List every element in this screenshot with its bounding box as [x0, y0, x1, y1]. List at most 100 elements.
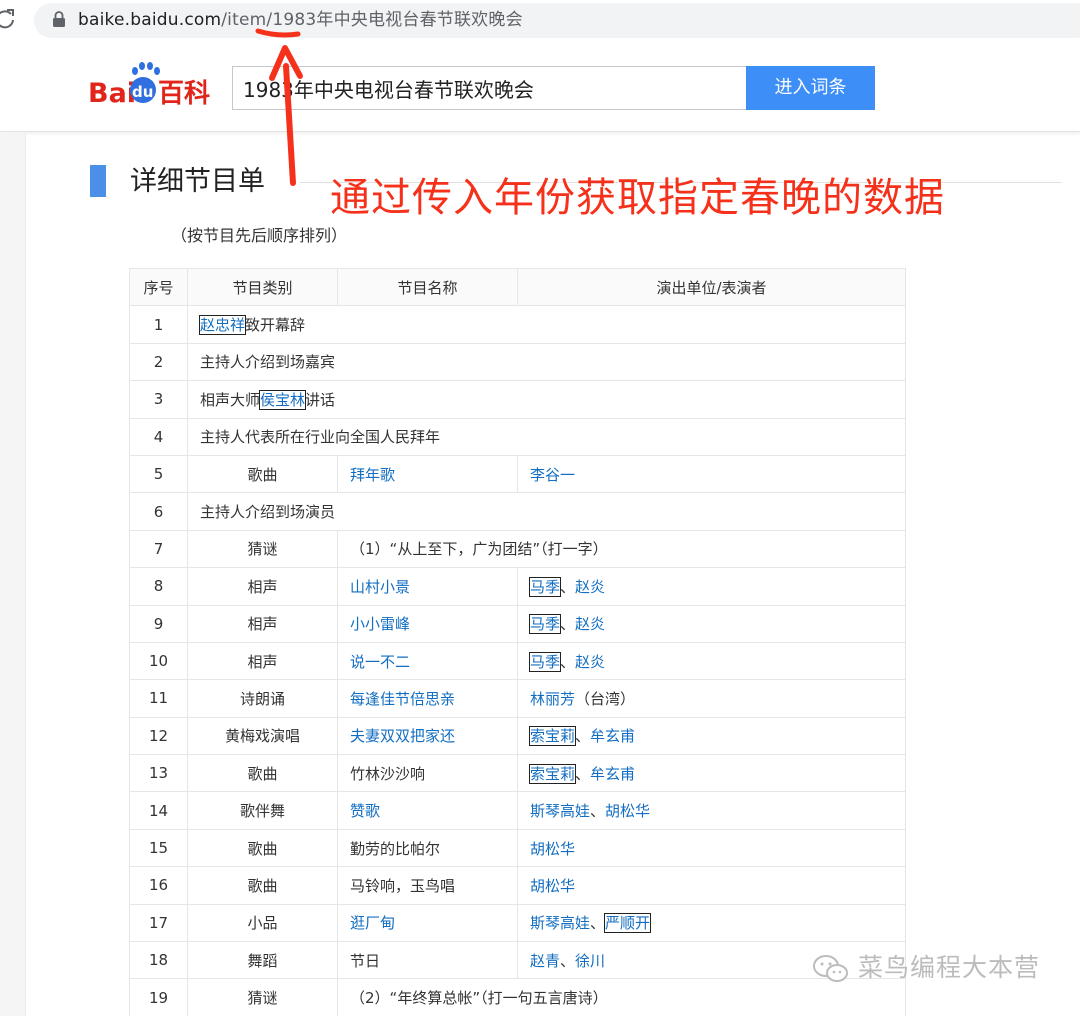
performer: 斯琴高娃、严顺开: [517, 903, 906, 943]
reload-icon[interactable]: [0, 8, 16, 30]
performer-text: 、: [560, 615, 576, 634]
performer-link[interactable]: 牟玄甫: [590, 727, 635, 745]
performer-link[interactable]: 赵炎: [575, 615, 605, 633]
program-name-text: 马铃响，玉鸟唱: [350, 876, 456, 895]
program-name-link[interactable]: 每逢佳节倍思亲: [350, 690, 455, 708]
row-number: 1: [129, 305, 188, 344]
program-category: 猜谜: [187, 529, 338, 569]
program-name: 说一不二: [337, 641, 518, 681]
program-name: 勤劳的比帕尔: [337, 828, 518, 868]
performer-link[interactable]: 胡松华: [605, 802, 650, 820]
performer-link[interactable]: 胡松华: [530, 840, 575, 858]
performer-text: 、: [560, 577, 576, 596]
performer-link[interactable]: 胡松华: [530, 877, 575, 895]
row-number: 16: [129, 866, 188, 905]
performer-link[interactable]: 马季: [528, 651, 562, 672]
program-category: 歌曲: [187, 754, 338, 793]
description-text: 主持人代表所在行业向全国人民拜年: [200, 428, 441, 447]
program-table-body: 1 赵忠祥致开幕辞 2 主持人介绍到场嘉宾 3 相声大师侯宝林讲话 4 主持人代表所在行业向全…: [129, 305, 906, 1016]
row-number: 2: [129, 342, 188, 382]
section-subtitle: （按节目先后顺序排列）: [171, 226, 348, 245]
program-name: 赞歌: [337, 791, 518, 830]
watermark-text: 菜鸟编程大本营: [858, 953, 1041, 982]
performer: 李谷一: [517, 454, 906, 494]
performer-link[interactable]: 李谷一: [530, 466, 575, 484]
table-row: 13 歌曲 竹林沙沙响 索宝莉、牟玄甫: [129, 754, 906, 793]
program-name-link[interactable]: 说一不二: [350, 653, 410, 671]
description-text: 讲话: [305, 390, 336, 409]
performer-text: （台湾）: [575, 689, 636, 708]
row-number: 13: [129, 754, 188, 793]
program-name: 小小雷峰: [337, 604, 518, 643]
row-number: 19: [129, 978, 188, 1016]
program-category: 歌曲: [187, 828, 338, 868]
table-row: 18 舞蹈 节日 赵青、徐川: [129, 941, 906, 980]
performer-link[interactable]: 斯琴高娃: [530, 802, 590, 820]
performer-link[interactable]: 赵青: [530, 952, 560, 970]
performer-link[interactable]: 徐川: [575, 952, 605, 970]
table-header-row: 序号 节目类别 节目名称 演出单位/表演者: [129, 267, 906, 307]
performer-link[interactable]: 牟玄甫: [590, 765, 635, 783]
performer-link[interactable]: 马季: [528, 576, 562, 597]
row-number: 10: [129, 641, 188, 681]
program-name-text: 节日: [350, 951, 381, 970]
program-category: 相声: [187, 604, 338, 643]
row-number: 15: [129, 828, 188, 868]
program-category: 黄梅戏演唱: [187, 716, 338, 756]
performer-link[interactable]: 赵炎: [575, 653, 605, 671]
program-name: 节日: [337, 941, 518, 980]
performer-link[interactable]: 索宝莉: [528, 726, 577, 747]
performer-text: 、: [560, 652, 576, 671]
description-link[interactable]: 侯宝林: [259, 389, 307, 410]
table-row: 8 相声 山村小景 马季、赵炎: [129, 567, 906, 606]
row-number: 11: [129, 679, 188, 718]
table-row: 17 小品 逛厂甸 斯琴高娃、严顺开: [129, 903, 906, 943]
row-description: 相声大师侯宝林讲话: [187, 380, 906, 419]
program-name-text: 勤劳的比帕尔: [350, 839, 441, 858]
program-name: 夫妻双双把家还: [337, 716, 518, 756]
row-number: 17: [129, 903, 188, 943]
description-link[interactable]: 赵忠祥: [198, 315, 247, 336]
performer-link[interactable]: 索宝莉: [528, 763, 577, 784]
program-name-link[interactable]: 山村小景: [350, 578, 410, 596]
program-name-link[interactable]: 逛厂甸: [350, 914, 395, 932]
program-name-link[interactable]: 拜年歌: [350, 466, 395, 484]
program-name: 马铃响，玉鸟唱: [337, 866, 518, 905]
annotation-text: 通过传入年份获取指定春晚的数据: [330, 175, 945, 221]
svg-text:百科: 百科: [158, 79, 210, 109]
row-number: 14: [129, 791, 188, 830]
header-number: 序号: [129, 267, 188, 307]
program-name-link[interactable]: 小小雷峰: [350, 615, 410, 633]
svg-text:Bai: Bai: [88, 78, 136, 109]
performer-text: 、: [575, 764, 591, 783]
header-performer: 演出单位/表演者: [517, 267, 906, 307]
program-category: 相声: [187, 641, 338, 681]
row-description: 主持人介绍到场嘉宾: [187, 342, 906, 382]
description-text: 致开幕辞: [245, 316, 306, 335]
red-arrow-annotation: [255, 28, 303, 186]
performer-link[interactable]: 斯琴高娃: [530, 914, 590, 932]
performer-link[interactable]: 林丽芳: [530, 690, 575, 708]
table-row: 16 歌曲 马铃响，玉鸟唱 胡松华: [129, 866, 906, 905]
program-name-text: 竹林沙沙响: [350, 764, 426, 783]
program-name-link[interactable]: 夫妻双双把家还: [350, 727, 455, 745]
table-row: 1 赵忠祥致开幕辞: [129, 305, 906, 344]
performer-link[interactable]: 赵炎: [575, 578, 605, 596]
baidu-baike-logo[interactable]: Bai du 百科: [88, 60, 223, 110]
performer-text: 、: [560, 951, 576, 970]
performer-link[interactable]: 严顺开: [604, 913, 652, 934]
lock-icon[interactable]: [52, 11, 66, 27]
program-category: 歌曲: [187, 454, 338, 494]
program-name: 竹林沙沙响: [337, 754, 518, 793]
row-description: 主持人介绍到场演员: [187, 492, 906, 531]
performer-link[interactable]: 马季: [528, 614, 562, 635]
row-number: 6: [129, 492, 188, 531]
program-name-link[interactable]: 赞歌: [350, 802, 380, 820]
table-row: 19 猜谜 （2）“年终算总帐”（打一句五言唐诗）: [129, 978, 906, 1016]
table-row: 11 诗朗诵 每逢佳节倍思亲 林丽芳（台湾）: [129, 679, 906, 718]
performer: 胡松华: [517, 828, 906, 868]
row-number: 8: [129, 567, 188, 606]
enter-entry-button[interactable]: 进入词条: [746, 66, 875, 110]
browser-toolbar: baike.baidu.com/item/1983年中央电视台春节联欢晚会: [0, 0, 1080, 42]
left-gutter: [0, 133, 26, 1016]
